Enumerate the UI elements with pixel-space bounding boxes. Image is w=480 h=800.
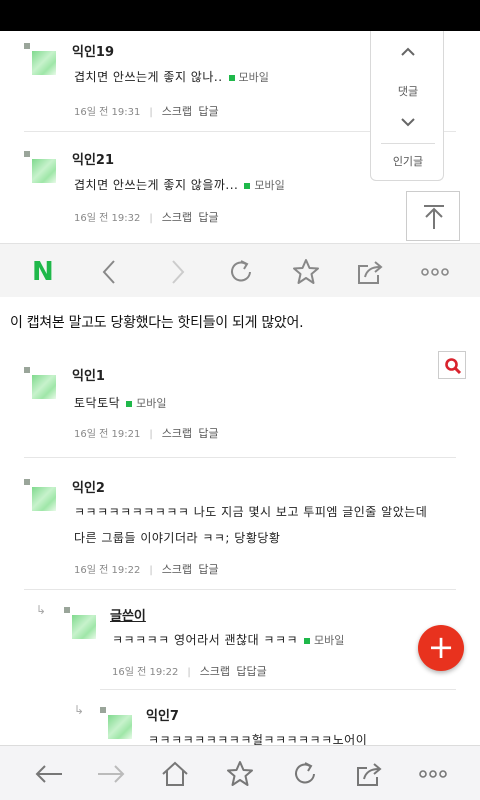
comment-text: 겹치면 안쓰는게 좋지 않나.. 모바일 — [74, 69, 269, 85]
comment-side-nav: 댓글 인기글 — [370, 31, 444, 181]
forward-icon[interactable] — [162, 257, 192, 287]
comment-text: 토닥토닥 모바일 — [74, 395, 167, 411]
popular-posts-link[interactable]: 인기글 — [371, 153, 445, 169]
divider — [24, 589, 456, 590]
reply-arrow-icon: ↳ — [74, 703, 85, 717]
home-icon[interactable] — [160, 759, 190, 789]
comment-meta: 16일 전 19:32 | 스크랩 답글 — [74, 211, 219, 224]
back-arrow-icon[interactable] — [34, 759, 64, 789]
share-icon[interactable] — [354, 759, 384, 789]
more-icon[interactable] — [418, 759, 448, 789]
scrap-button[interactable]: 스크랩 — [162, 427, 192, 440]
scrap-button[interactable]: 스크랩 — [200, 665, 230, 678]
author-nickname[interactable]: 글쓴이 — [110, 605, 146, 624]
avatar — [24, 479, 62, 517]
sub-reply-button[interactable]: 답답글 — [236, 665, 266, 678]
reply-button[interactable]: 답글 — [198, 211, 218, 224]
top-screenshot: 익인19 겹치면 안쓰는게 좋지 않나.. 모바일 16일 전 19:31 | 스크랩… — [0, 31, 480, 297]
chevron-up-icon[interactable] — [371, 45, 445, 61]
comment-nickname[interactable]: 익인19 — [72, 41, 114, 60]
reply-time: 16일 전 19:22 — [112, 667, 179, 678]
comment-nickname[interactable]: 익인2 — [72, 477, 105, 496]
status-bar — [0, 0, 480, 31]
avatar — [24, 151, 62, 189]
avatar — [24, 43, 62, 81]
comment-nickname[interactable]: 익인7 — [146, 705, 179, 724]
arrow-up-icon — [424, 205, 444, 229]
mobile-badge: 모바일 — [244, 177, 285, 193]
avatar — [24, 367, 62, 405]
mobile-badge: 모바일 — [304, 632, 344, 648]
comment-nickname[interactable]: 익인21 — [72, 149, 114, 168]
reply-text: ㅋㅋㅋㅋㅋㅋㅋㅋㅋ헐ㅋㅋㅋㅋㅋㅋ노어이 — [148, 733, 368, 745]
back-icon[interactable] — [95, 257, 125, 287]
refresh-icon[interactable] — [226, 257, 256, 287]
forward-arrow-icon[interactable] — [96, 759, 126, 789]
bottom-screenshot: 익인1 토닥토닥 모바일 16일 전 19:21 | 스크랩 답글 익인2 ㅋㅋㅋㅋㅋ… — [0, 345, 480, 745]
star-icon[interactable] — [291, 257, 321, 287]
naver-app-toolbar: N — [0, 243, 480, 297]
plus-icon: + — [427, 628, 455, 666]
reply-button[interactable]: 답글 — [198, 105, 218, 118]
comments-nav-label[interactable]: 댓글 — [371, 83, 445, 99]
caption-text: 이 캡쳐본 말고도 당황했다는 핫티들이 되게 많았어. — [10, 315, 304, 331]
scrap-button[interactable]: 스크랩 — [162, 563, 192, 576]
comment-text-line1: ㅋㅋㅋㅋㅋㅋㅋㅋㅋㅋ 나도 지금 몇시 보고 투피엠 글인줄 알았는데 — [74, 505, 428, 519]
reply-arrow-icon: ↳ — [36, 603, 47, 617]
chevron-down-icon[interactable] — [371, 115, 445, 131]
reply-button[interactable]: 답글 — [198, 563, 218, 576]
comment-time: 16일 전 19:31 — [74, 107, 141, 118]
browser-toolbar — [0, 745, 480, 800]
comment-meta: 16일 전 19:21 | 스크랩 답글 — [74, 427, 219, 440]
mobile-badge: 모바일 — [228, 69, 269, 85]
scrap-button[interactable]: 스크랩 — [162, 211, 192, 224]
divider — [24, 457, 456, 458]
share-icon[interactable] — [355, 257, 385, 287]
comment-item: 익인2 ㅋㅋㅋㅋㅋㅋㅋㅋㅋㅋ 나도 지금 몇시 보고 투피엠 글인줄 알았는데 … — [0, 463, 480, 593]
more-icon[interactable] — [420, 257, 450, 287]
comment-item: 익인1 토닥토닥 모바일 16일 전 19:21 | 스크랩 답글 — [0, 345, 480, 455]
avatar — [100, 707, 138, 745]
comment-text: 겹치면 안쓰는게 좋지 않을까... 모바일 — [74, 177, 285, 193]
divider — [100, 689, 456, 690]
avatar — [64, 607, 102, 645]
refresh-icon[interactable] — [290, 759, 320, 789]
naver-logo[interactable]: N — [32, 257, 54, 287]
scroll-top-button[interactable] — [406, 191, 460, 241]
comment-time: 16일 전 19:32 — [74, 213, 141, 224]
comment-time: 16일 전 19:21 — [74, 429, 141, 440]
comment-text-line2: 다른 그룹들 이야기더라 ㅋㅋ; 당황당황 — [74, 531, 281, 545]
comment-time: 16일 전 19:22 — [74, 565, 141, 576]
reply-meta: 16일 전 19:22 | 스크랩 답답글 — [112, 665, 267, 678]
mobile-badge: 모바일 — [126, 395, 167, 411]
comment-meta: 16일 전 19:22 | 스크랩 답글 — [74, 563, 219, 576]
write-comment-button[interactable]: + — [418, 625, 464, 671]
star-icon[interactable] — [225, 759, 255, 789]
reply-item: ↳ 글쓴이 ㅋㅋㅋㅋㅋ 영어라서 괜찮대 ㅋㅋㅋ 모바일 16일 전 19:22 |… — [0, 595, 480, 695]
comment-nickname[interactable]: 익인1 — [72, 365, 105, 384]
reply-button[interactable]: 답글 — [198, 427, 218, 440]
scrap-button[interactable]: 스크랩 — [162, 105, 192, 118]
comment-meta: 16일 전 19:31 | 스크랩 답글 — [74, 105, 219, 118]
reply-text: ㅋㅋㅋㅋㅋ 영어라서 괜찮대 ㅋㅋㅋ 모바일 — [112, 632, 345, 648]
reply-item: ↳ 익인7 ㅋㅋㅋㅋㅋㅋㅋㅋㅋ헐ㅋㅋㅋㅋㅋㅋ노어이 — [0, 695, 480, 745]
